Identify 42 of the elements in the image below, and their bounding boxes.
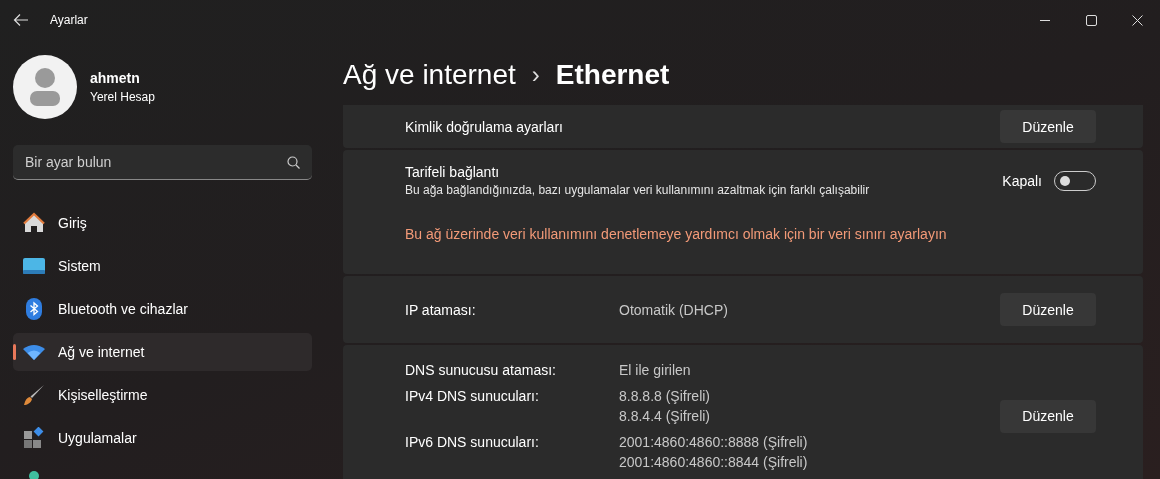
apps-icon <box>23 427 45 449</box>
nav-item[interactable]: Kişiselleştirme <box>13 376 312 414</box>
edit-button[interactable]: Düzenle <box>1000 399 1096 433</box>
monitor-icon <box>23 258 45 274</box>
close-icon[interactable] <box>1131 14 1143 26</box>
setting-label: Tarifeli bağlantı <box>405 164 501 180</box>
toggle-state: Kapalı <box>1002 172 1042 189</box>
nav-item[interactable]: Bluetooth ve cihazlar <box>13 290 312 328</box>
setting-label: IPv4 DNS sunucuları: <box>405 388 540 406</box>
breadcrumb-separator: › <box>531 61 540 89</box>
bluetooth-icon <box>26 298 42 320</box>
edit-button[interactable]: Düzenle <box>1000 293 1096 326</box>
paintbrush-icon <box>23 384 45 406</box>
setting-value: El ile girilen <box>619 362 692 378</box>
setting-value: Otomatik (DHCP) <box>619 301 728 318</box>
user-name: ahmetn <box>90 70 141 86</box>
back-icon[interactable] <box>13 13 29 27</box>
window-title: Ayarlar <box>50 13 88 27</box>
setting-value: 8.8.4.4 (Şifreli) <box>619 408 712 424</box>
setting-value: 2001:4860:4860::8844 (Şifreli) <box>619 454 808 470</box>
setting-label: DNS sunucusu ataması: <box>405 362 557 378</box>
wifi-icon <box>23 344 45 360</box>
setting-value: 8.8.8.8 (Şifreli) <box>619 388 712 404</box>
setting-value: 2001:4860:4860::8888 (Şifreli) <box>619 434 808 450</box>
setting-label: IP ataması: <box>405 301 477 318</box>
breadcrumb-parent[interactable]: Ağ ve internet <box>343 59 516 91</box>
edit-button[interactable]: Düzenle <box>1000 110 1096 143</box>
setting-label: Kimlik doğrulama ayarları <box>405 118 563 135</box>
search-field[interactable]: Bir ayar bulun <box>13 145 312 180</box>
setting-label: IPv6 DNS sunucuları: <box>405 434 540 452</box>
maximize-icon[interactable] <box>1085 14 1097 26</box>
account-type: Yerel Hesap <box>90 90 155 104</box>
nav-item[interactable]: Giriş <box>13 204 312 242</box>
minimize-icon[interactable] <box>1040 19 1050 21</box>
page-title: Ethernet <box>555 59 670 91</box>
nav-item[interactable]: Sistem <box>13 247 312 285</box>
house-icon <box>23 212 45 234</box>
nav-item[interactable]: Uygulamalar <box>13 419 312 457</box>
search-icon <box>287 155 300 169</box>
data-limit-link[interactable]: Bu ağ üzerinde veri kullanımını denetlemeye yardımcı olmak için bir veri sınırı ayarlayın <box>405 226 1096 242</box>
setting-description: Bu ağa bağlandığınızda, bazı uygulamalar veri kullanımını azaltmak için farklı çalışabilir <box>405 183 870 197</box>
nav-item[interactable]: Ağ ve internet <box>13 333 312 371</box>
